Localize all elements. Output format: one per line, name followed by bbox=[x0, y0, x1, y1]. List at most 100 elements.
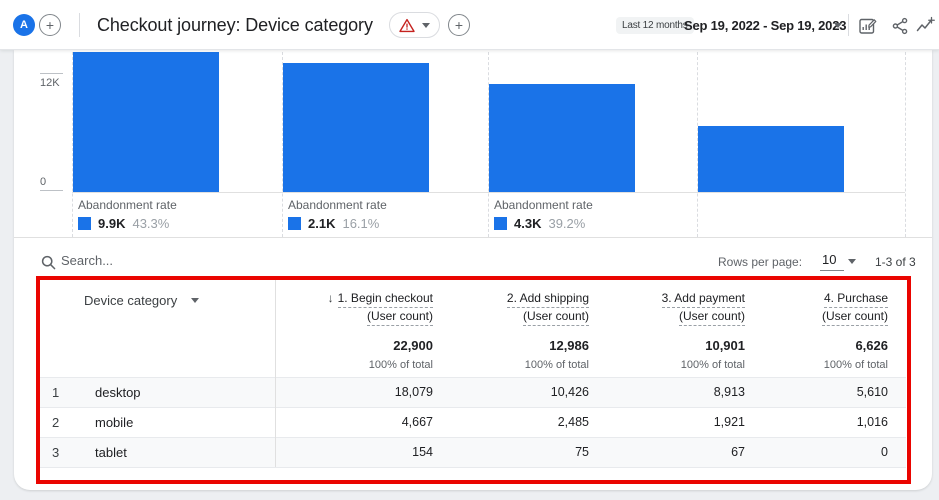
total-value: 6,626 bbox=[855, 338, 888, 353]
cell-value: 67 bbox=[731, 445, 745, 459]
column-header-label: 2. Add shipping bbox=[506, 290, 589, 308]
date-caret-icon bbox=[834, 23, 842, 28]
row-divider bbox=[40, 437, 906, 438]
abandonment-count: 9.9K bbox=[98, 216, 126, 231]
abandonment-legend-1: Abandonment rate 9.9K 43.3% bbox=[78, 198, 274, 231]
row-divider bbox=[40, 377, 906, 378]
page-title: Checkout journey: Device category bbox=[97, 15, 373, 35]
cell-value: 4,667 bbox=[401, 415, 433, 429]
add-tab-button[interactable]: + bbox=[39, 14, 61, 36]
abandonment-label: Abandonment rate bbox=[288, 198, 387, 212]
section-divider bbox=[14, 237, 932, 238]
total-value: 10,901 bbox=[705, 338, 745, 353]
abandonment-rate: 39.2% bbox=[548, 216, 586, 231]
search-icon bbox=[41, 255, 56, 270]
row-index: 3 bbox=[52, 445, 60, 460]
total-value: 22,900 bbox=[393, 338, 433, 353]
cell-value: 2,485 bbox=[557, 415, 589, 429]
search-input[interactable] bbox=[61, 253, 281, 268]
cell-value: 1,921 bbox=[713, 415, 745, 429]
funnel-exploration-card: 12K 0 Abandonment rate 9.9K 43.3% Abando… bbox=[14, 50, 932, 490]
column-header-purchase[interactable]: 4. Purchase (User count) bbox=[728, 290, 888, 326]
dimension-caret-icon bbox=[191, 298, 200, 303]
row-dimension-mobile: mobile bbox=[95, 415, 134, 430]
sort-descending-icon: ↓ bbox=[327, 291, 334, 305]
y-axis-tick bbox=[40, 73, 63, 74]
abandonment-label: Abandonment rate bbox=[494, 198, 593, 212]
dimension-column-label: Device category bbox=[84, 293, 178, 308]
abandonment-legend-2: Abandonment rate 2.1K 16.1% bbox=[288, 198, 484, 231]
legend-swatch-icon bbox=[288, 217, 301, 230]
column-header-label: 1. Begin checkout bbox=[337, 290, 433, 308]
data-quality-chip[interactable] bbox=[389, 12, 440, 38]
funnel-bar-begin-checkout[interactable] bbox=[73, 52, 219, 192]
column-header-sublabel: (User count) bbox=[821, 308, 888, 326]
total-cell: 6,626 100% of total bbox=[728, 338, 888, 371]
header-divider bbox=[79, 13, 80, 37]
funnel-bar-purchase[interactable] bbox=[698, 126, 844, 192]
abandonment-count: 4.3K bbox=[514, 216, 542, 231]
total-share: 100% of total bbox=[680, 359, 745, 371]
row-divider bbox=[40, 407, 906, 408]
edit-chart-button[interactable] bbox=[858, 16, 877, 35]
cell-value: 8,913 bbox=[713, 385, 745, 399]
abandonment-rate: 43.3% bbox=[132, 216, 170, 231]
abandonment-label: Abandonment rate bbox=[78, 198, 177, 212]
x-axis-line bbox=[72, 192, 905, 193]
chevron-down-icon bbox=[422, 22, 430, 28]
column-header-label: 4. Purchase bbox=[823, 290, 888, 308]
row-index: 2 bbox=[52, 415, 60, 430]
column-header-add-shipping[interactable]: 2. Add shipping (User count) bbox=[429, 290, 589, 326]
total-value: 12,986 bbox=[549, 338, 589, 353]
step-separator bbox=[905, 52, 906, 237]
row-dimension-tablet: tablet bbox=[95, 445, 127, 460]
funnel-bar-add-shipping[interactable] bbox=[283, 63, 429, 192]
total-cell: 10,901 100% of total bbox=[585, 338, 745, 371]
cell-value: 18,079 bbox=[394, 385, 433, 399]
cell-value: 1,016 bbox=[856, 415, 888, 429]
share-button[interactable] bbox=[890, 16, 909, 35]
edit-chart-icon bbox=[859, 18, 877, 34]
y-axis-label-0: 0 bbox=[40, 176, 47, 188]
cell-value: 75 bbox=[575, 445, 589, 459]
abandonment-legend-3: Abandonment rate 4.3K 39.2% bbox=[494, 198, 690, 231]
funnel-bar-add-payment[interactable] bbox=[489, 84, 635, 192]
total-cell: 12,986 100% of total bbox=[429, 338, 589, 371]
total-share: 100% of total bbox=[524, 359, 589, 371]
dimension-column-header[interactable]: Device category bbox=[84, 293, 200, 308]
legend-swatch-icon bbox=[78, 217, 91, 230]
date-range-selector[interactable]: Sep 19, 2022 - Sep 19, 2023 bbox=[684, 18, 846, 33]
cell-value: 5,610 bbox=[856, 385, 888, 399]
column-header-add-payment[interactable]: 3. Add payment (User count) bbox=[585, 290, 745, 326]
row-dimension-desktop: desktop bbox=[95, 385, 141, 400]
insights-button[interactable] bbox=[916, 16, 935, 35]
column-header-sublabel: (User count) bbox=[522, 308, 589, 326]
total-cell: 22,900 100% of total bbox=[273, 338, 433, 371]
avatar[interactable]: A bbox=[13, 14, 35, 36]
abandonment-count: 2.1K bbox=[308, 216, 336, 231]
row-index: 1 bbox=[52, 385, 60, 400]
rows-per-page-caret-icon bbox=[848, 259, 856, 264]
y-axis-label-12k: 12K bbox=[40, 77, 60, 89]
abandonment-rate: 16.1% bbox=[342, 216, 380, 231]
cell-value: 0 bbox=[881, 445, 888, 459]
exploration-header: A + Checkout journey: Device category + … bbox=[0, 0, 939, 50]
row-divider bbox=[40, 467, 906, 468]
legend-swatch-icon bbox=[494, 217, 507, 230]
y-axis-tick bbox=[40, 190, 63, 191]
icons-divider bbox=[848, 14, 849, 36]
rows-per-page-label: Rows per page: bbox=[718, 255, 803, 269]
add-visualization-button[interactable]: + bbox=[448, 14, 470, 36]
insights-icon bbox=[916, 16, 935, 32]
total-share: 100% of total bbox=[823, 359, 888, 371]
share-icon bbox=[892, 17, 907, 34]
total-share: 100% of total bbox=[368, 359, 433, 371]
cell-value: 154 bbox=[412, 445, 433, 459]
date-preset-badge: Last 12 months bbox=[616, 17, 694, 34]
cell-value: 10,426 bbox=[550, 385, 589, 399]
column-header-sublabel: (User count) bbox=[366, 308, 433, 326]
column-header-begin-checkout[interactable]: ↓ 1. Begin checkout (User count) bbox=[273, 290, 433, 326]
rows-per-page-select[interactable]: 10 bbox=[820, 252, 845, 271]
pagination-range: 1-3 of 3 bbox=[875, 255, 916, 269]
warning-triangle-icon bbox=[399, 18, 415, 33]
